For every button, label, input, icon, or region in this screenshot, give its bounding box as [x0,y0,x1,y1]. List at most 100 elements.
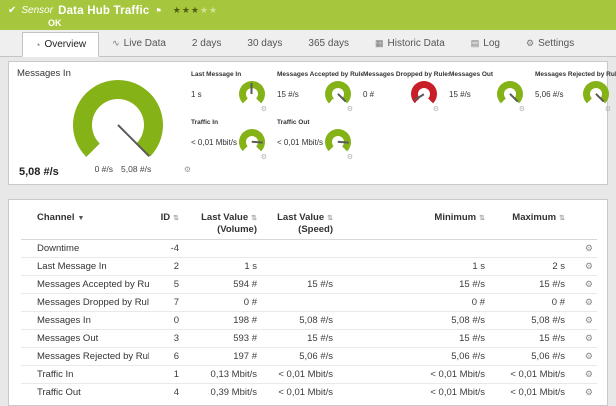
minimum-cell: 15 #/s [337,276,489,294]
gauge-settings-icon[interactable]: ⚙ [347,153,353,161]
maximum-cell: < 0,01 Mbit/s [489,366,569,384]
priority-stars[interactable]: ★★★★★ [173,6,218,15]
gauge-settings-icon[interactable]: ⚙ [519,105,525,113]
gauge-value: 5,06 #/s [535,90,563,99]
column-sublabel: (Volume) [187,224,257,235]
channel-settings-icon[interactable]: ⚙ [585,369,593,379]
gauge-settings-icon[interactable]: ⚙ [184,165,191,174]
small-gauges-row-1: Last Message In 1 s ⚙ Messages Accepted … [191,68,616,114]
last-value-volume-cell: 593 # [183,330,261,348]
channel-settings-icon[interactable]: ⚙ [585,243,593,253]
gauge-messages-accepted-by-rules[interactable]: Messages Accepted by Rules 15 #/s ⚙ [277,68,363,114]
channel-settings-icon[interactable]: ⚙ [585,387,593,397]
last-value-volume-cell: 197 # [183,348,261,366]
channel-settings-icon[interactable]: ⚙ [585,351,593,361]
sort-icon: ⇅ [251,215,257,222]
minimum-cell [337,240,489,258]
tab-label: 30 days [247,38,282,49]
minimum-cell: 5,06 #/s [337,348,489,366]
column-label: Maximum [512,212,556,223]
column-header-last-value-volume[interactable]: Last Value⇅(Volume) [183,206,261,240]
tab-overview[interactable]: ◔ Overview [22,32,99,57]
channel-name-cell[interactable]: Messages Rejected by Rules [21,348,149,366]
gauge-title: Messages Rejected by Rules [535,70,616,80]
table-row-messages-out[interactable]: Messages Out 3 593 # 15 #/s 15 #/s 15 #/… [21,330,597,348]
last-value-volume-cell: 198 # [183,312,261,330]
last-value-speed-cell: 5,08 #/s [261,312,337,330]
tab-365-days[interactable]: 365 days [295,31,362,56]
gauge-settings-icon[interactable]: ⚙ [433,105,439,113]
table-row-messages-in[interactable]: Messages In 0 198 # 5,08 #/s 5,08 #/s 5,… [21,312,597,330]
channel-id-cell: 1 [149,366,183,384]
tab-log[interactable]: ▤ Log [458,31,513,56]
table-row-downtime[interactable]: Downtime -4 ⚙ [21,240,597,258]
channel-name-cell[interactable]: Messages Accepted by Rules [21,276,149,294]
channel-settings-icon[interactable]: ⚙ [585,333,593,343]
gauge-traffic-in[interactable]: Traffic In < 0,01 Mbit/s ⚙ [191,116,277,162]
table-row-messages-accepted-by-rules[interactable]: Messages Accepted by Rules 5 594 # 15 #/… [21,276,597,294]
gauge-messages-out[interactable]: Messages Out 15 #/s ⚙ [449,68,535,114]
channel-name-cell[interactable]: Traffic In [21,366,149,384]
tab-historic-data[interactable]: ▦ Historic Data [362,31,458,56]
gauge-last-message-in[interactable]: Last Message In 1 s ⚙ [191,68,277,114]
flag-icon[interactable]: ⚑ [155,7,161,15]
minimum-cell: 0 # [337,294,489,312]
column-sublabel: (Speed) [265,224,333,235]
channel-settings-icon[interactable]: ⚙ [585,261,593,271]
column-header-id[interactable]: ID⇅ [149,206,183,240]
minimum-cell: 5,08 #/s [337,312,489,330]
channel-name-cell[interactable]: Last Message In [21,258,149,276]
main-gauge-max-label: 5,08 #/s [121,164,151,174]
table-row-messages-rejected-by-rules[interactable]: Messages Rejected by Rules 6 197 # 5,06 … [21,348,597,366]
maximum-cell: 2 s [489,258,569,276]
channel-settings-icon[interactable]: ⚙ [585,315,593,325]
tab-2-days[interactable]: 2 days [179,31,234,56]
tab-label: Historic Data [388,38,445,49]
table-row-traffic-in[interactable]: Traffic In 1 0,13 Mbit/s < 0,01 Mbit/s <… [21,366,597,384]
last-value-speed-cell: < 0,01 Mbit/s [261,366,337,384]
channel-name-cell[interactable]: Messages Dropped by Rules [21,294,149,312]
sort-icon: ⇅ [559,215,565,222]
tab-live-data[interactable]: ∿ Live Data [99,31,179,56]
minimum-cell: 1 s [337,258,489,276]
channel-settings-icon[interactable]: ⚙ [585,297,593,307]
gauge-messages-rejected-by-rules[interactable]: Messages Rejected by Rules 5,06 #/s ⚙ [535,68,616,114]
tab-icon: ∿ [112,38,120,49]
column-header-maximum[interactable]: Maximum⇅ [489,206,569,240]
small-gauges: Last Message In 1 s ⚙ Messages Accepted … [191,68,616,178]
channel-name-cell[interactable]: Traffic Out [21,384,149,402]
last-value-speed-cell [261,294,337,312]
channel-id-cell: 4 [149,384,183,402]
gauge-settings-icon[interactable]: ⚙ [261,105,267,113]
tab-30-days[interactable]: 30 days [234,31,295,56]
channel-settings-icon[interactable]: ⚙ [585,279,593,289]
gauge-title: Traffic Out [277,118,363,128]
table-row-last-message-in[interactable]: Last Message In 2 1 s 1 s 2 s ⚙ [21,258,597,276]
channel-name-cell[interactable]: Downtime [21,240,149,258]
gauge-needle [252,141,263,143]
gauge-traffic-out[interactable]: Traffic Out < 0,01 Mbit/s ⚙ [277,116,363,162]
minimum-cell: 15 #/s [337,330,489,348]
tab-settings[interactable]: ⚙ Settings [513,31,587,56]
gauge-settings-icon[interactable]: ⚙ [347,105,353,113]
tab-icon: ▤ [471,38,480,49]
column-header-channel[interactable]: Channel▼ [21,206,149,240]
gauge-settings-icon[interactable]: ⚙ [605,105,611,113]
sensor-title: Data Hub Traffic [58,5,149,17]
channel-name-cell[interactable]: Messages In [21,312,149,330]
table-row-traffic-out[interactable]: Traffic Out 4 0,39 Mbit/s < 0,01 Mbit/s … [21,384,597,402]
column-label: ID [161,212,171,223]
gauge-title: Traffic In [191,118,277,128]
sensor-type-label: Sensor [21,5,53,16]
status-badge: OK [48,18,608,29]
column-header-last-value-speed[interactable]: Last Value⇅(Speed) [261,206,337,240]
channel-id-cell: 5 [149,276,183,294]
main-gauge[interactable]: Messages In 0 #/s 5,08 #/s ⚙ 5,08 #/s [17,68,191,178]
column-header-minimum[interactable]: Minimum⇅ [337,206,489,240]
channel-table-panel: Channel▼ID⇅Last Value⇅(Volume)Last Value… [8,199,608,406]
channel-name-cell[interactable]: Messages Out [21,330,149,348]
gauge-messages-dropped-by-rules[interactable]: Messages Dropped by Rules 0 # ⚙ [363,68,449,114]
table-row-messages-dropped-by-rules[interactable]: Messages Dropped by Rules 7 0 # 0 # 0 # … [21,294,597,312]
tab-label: Overview [44,39,86,50]
gauge-settings-icon[interactable]: ⚙ [261,153,267,161]
